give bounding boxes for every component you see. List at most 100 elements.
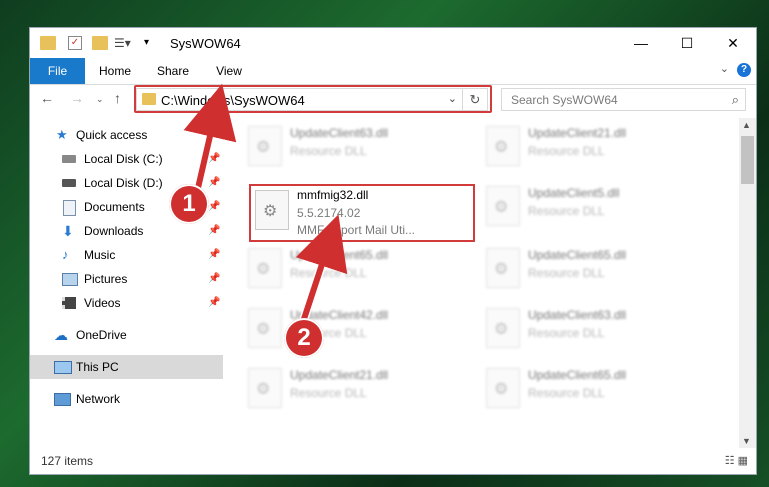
sidebar-item-onedrive[interactable]: ☁ OneDrive xyxy=(30,323,223,347)
file-name: UpdateClient5.dll xyxy=(528,186,620,200)
dll-file-icon xyxy=(486,126,520,166)
scroll-up-icon[interactable]: ▲ xyxy=(742,120,751,130)
view-mode-icons[interactable]: ☷ ▦ xyxy=(725,454,748,467)
pin-icon[interactable]: 📌 xyxy=(208,219,220,243)
file-name: UpdateClient63.dll xyxy=(528,308,627,322)
sidebar-item-label: Downloads xyxy=(84,224,144,238)
sidebar-item-label: Local Disk (C:) xyxy=(84,152,163,166)
file-name: UpdateClient65.dll xyxy=(528,248,627,262)
file-version: 5.5.2174.02 xyxy=(297,206,361,220)
file-item[interactable]: UpdateClient65.dll Resource DLL xyxy=(476,362,706,412)
sidebar-item-label: Music xyxy=(84,248,116,262)
file-item[interactable]: UpdateClient65.dll Resource DLL xyxy=(238,242,468,292)
forward-arrow-icon[interactable]: → xyxy=(70,90,84,106)
cloud-icon: ☁ xyxy=(54,327,68,343)
tab-file[interactable]: File xyxy=(30,58,85,84)
star-icon: ★ xyxy=(56,127,68,142)
documents-icon xyxy=(63,200,76,216)
file-type: Resource DLL xyxy=(528,326,605,340)
file-item[interactable]: UpdateClient63.dll Resource DLL xyxy=(238,120,468,170)
step-2-badge: 2 xyxy=(284,318,324,358)
file-name: mmfmig32.dll xyxy=(297,188,369,202)
dll-file-icon xyxy=(486,368,520,408)
up-arrow-icon[interactable]: ↑ xyxy=(114,90,121,106)
file-item[interactable]: UpdateClient5.dll Resource DLL xyxy=(476,180,706,230)
dll-file-icon xyxy=(248,368,282,408)
address-highlight-box xyxy=(134,85,492,113)
status-bar: 127 items ☷ ▦ xyxy=(30,448,756,474)
pin-icon[interactable]: 📌 xyxy=(208,171,220,195)
file-type: Resource DLL xyxy=(528,144,605,158)
back-arrow-icon[interactable]: ← xyxy=(40,90,54,106)
recent-locations-icon[interactable]: ⌄ xyxy=(96,94,104,105)
folder-icon xyxy=(40,36,56,50)
scroll-down-icon[interactable]: ▼ xyxy=(742,436,751,446)
ribbon-expand-icon[interactable]: ⌄ xyxy=(720,62,729,75)
file-item[interactable]: UpdateClient21.dll Resource DLL xyxy=(238,362,468,412)
dll-file-icon xyxy=(486,308,520,348)
sidebar-item-videos[interactable]: Videos 📌 xyxy=(30,291,223,315)
file-name: UpdateClient65.dll xyxy=(290,248,389,262)
sidebar-item-label: Network xyxy=(76,392,121,406)
sidebar-item-quick-access[interactable]: ★ Quick access xyxy=(30,123,223,147)
network-icon xyxy=(54,393,71,406)
sidebar-item-local-disk-c[interactable]: Local Disk (C:) 📌 xyxy=(30,147,223,171)
file-type: Resource DLL xyxy=(290,144,367,158)
tab-view[interactable]: View xyxy=(204,58,254,84)
help-icon[interactable]: ? xyxy=(737,63,751,77)
sidebar-item-network[interactable]: Network xyxy=(30,387,223,411)
pin-icon[interactable]: 📌 xyxy=(208,267,220,291)
dll-file-icon xyxy=(255,190,289,230)
pin-icon[interactable]: 📌 xyxy=(208,195,220,219)
new-folder-icon[interactable] xyxy=(92,36,108,50)
vertical-scrollbar[interactable]: ▲ ▼ xyxy=(739,118,756,448)
properties-icon[interactable]: ✓ xyxy=(68,36,82,50)
title-bar: ✓ ☰▾ ▾ SysWOW64 — ☐ ✕ xyxy=(30,28,756,58)
sidebar-item-label: This PC xyxy=(76,360,119,374)
tab-home[interactable]: Home xyxy=(90,58,140,84)
file-list: UpdateClient63.dll Resource DLL UpdateCl… xyxy=(238,120,738,440)
file-description: MMF Import Mail Uti... xyxy=(297,223,416,237)
tab-share[interactable]: Share xyxy=(148,58,198,84)
pictures-icon xyxy=(62,273,78,286)
file-item[interactable]: UpdateClient42.dll Resource DLL xyxy=(238,302,468,352)
search-input[interactable]: Search SysWOW64 ⌕ xyxy=(501,88,746,111)
item-count: 127 items xyxy=(41,454,94,468)
sidebar-item-label: Local Disk (D:) xyxy=(84,176,163,190)
step-1-badge: 1 xyxy=(169,184,209,224)
file-type: Resource DLL xyxy=(528,204,605,218)
dll-file-icon xyxy=(486,186,520,226)
close-button[interactable]: ✕ xyxy=(710,28,756,58)
drive-icon xyxy=(62,155,76,163)
file-type: Resource DLL xyxy=(290,266,367,280)
customize-toolbar-icon[interactable]: ☰▾ xyxy=(114,36,131,50)
file-type: Resource DLL xyxy=(528,386,605,400)
sidebar-item-label: Documents xyxy=(84,200,145,214)
file-name: UpdateClient65.dll xyxy=(528,368,627,382)
dll-file-icon xyxy=(248,126,282,166)
dll-file-icon xyxy=(248,308,282,348)
sidebar-item-pictures[interactable]: Pictures 📌 xyxy=(30,267,223,291)
file-item[interactable]: UpdateClient21.dll Resource DLL xyxy=(476,120,706,170)
search-placeholder: Search SysWOW64 xyxy=(511,93,618,107)
dll-file-icon xyxy=(248,248,282,288)
file-explorer-window: ✓ ☰▾ ▾ SysWOW64 — ☐ ✕ File Home Share Vi… xyxy=(29,27,757,475)
file-item[interactable]: UpdateClient63.dll Resource DLL xyxy=(476,302,706,352)
pin-icon[interactable]: 📌 xyxy=(208,291,220,315)
computer-icon xyxy=(54,361,72,374)
pin-icon[interactable]: 📌 xyxy=(208,147,220,171)
highlighted-file-mmfmig32[interactable]: mmfmig32.dll 5.5.2174.02 MMF Import Mail… xyxy=(249,184,475,242)
file-type: Resource DLL xyxy=(528,266,605,280)
scroll-thumb[interactable] xyxy=(741,136,754,184)
music-icon: ♪ xyxy=(62,247,69,262)
maximize-button[interactable]: ☐ xyxy=(664,28,710,58)
file-item[interactable]: UpdateClient65.dll Resource DLL xyxy=(476,242,706,292)
videos-icon xyxy=(62,297,76,309)
file-name: UpdateClient63.dll xyxy=(290,126,389,140)
minimize-button[interactable]: — xyxy=(618,28,664,58)
sidebar-item-this-pc[interactable]: This PC xyxy=(30,355,223,379)
sidebar-item-music[interactable]: ♪ Music 📌 xyxy=(30,243,223,267)
toolbar-dropdown-icon[interactable]: ▾ xyxy=(144,36,160,50)
drive-icon xyxy=(62,179,76,187)
pin-icon[interactable]: 📌 xyxy=(208,243,220,267)
